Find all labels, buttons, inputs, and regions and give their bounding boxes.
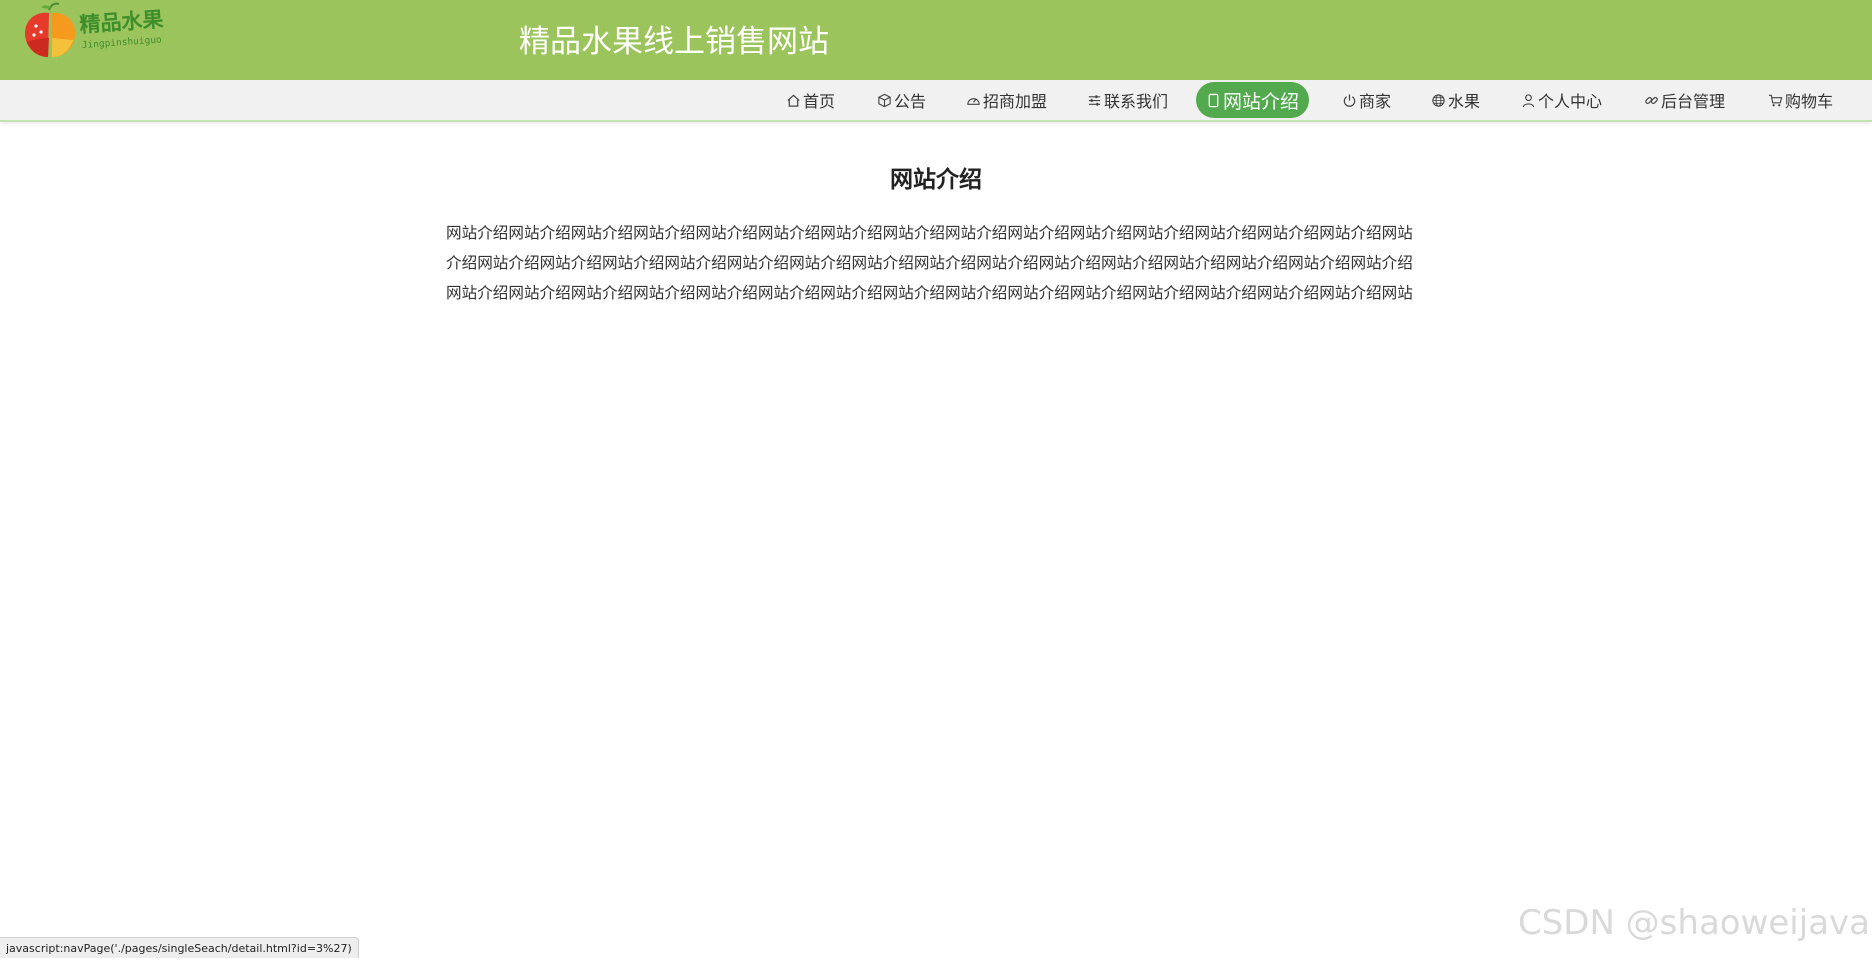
site-logo[interactable]: 精品水果 Jingpinshuiguo [22, 2, 172, 60]
nav-item-label: 个人中心 [1538, 92, 1603, 111]
nav-item-contact[interactable]: 联系我们 [1087, 85, 1168, 115]
nav-item-franchise[interactable]: 招商加盟 [966, 85, 1047, 115]
nav-item-about[interactable]: 网站介绍 [1196, 82, 1310, 118]
site-header: 精品水果 Jingpinshuiguo 精品水果线上销售网站 [0, 0, 1872, 80]
nav-item-home[interactable]: 首页 [786, 85, 835, 115]
nav-item-notices[interactable]: 公告 [877, 85, 926, 115]
article-body: 网站介绍网站介绍网站介绍网站介绍网站介绍网站介绍网站介绍网站介绍网站介绍网站介绍… [446, 224, 1413, 300]
watermark: CSDN @shaoweijava [1517, 903, 1870, 943]
gauge-icon [966, 93, 981, 108]
power-icon [1342, 93, 1357, 108]
nav-item-merchants[interactable]: 商家 [1342, 85, 1391, 115]
cart-icon [1768, 93, 1783, 108]
user-icon [1521, 93, 1536, 108]
svg-text:Jingpinshuiguo: Jingpinshuiguo [81, 34, 162, 51]
nav-item-label: 商家 [1359, 92, 1392, 111]
nav-item-cart[interactable]: 购物车 [1768, 85, 1833, 115]
globe-icon [1431, 93, 1446, 108]
home-icon [786, 93, 801, 108]
nav-item-admin[interactable]: 后台管理 [1644, 85, 1725, 115]
nav-item-label: 招商加盟 [983, 92, 1048, 111]
nav-item-label: 公告 [894, 92, 927, 111]
nav-item-fruits[interactable]: 水果 [1431, 85, 1480, 115]
main-nav: 首页 公告 招商加盟 联系我们 网站介绍 商家 水果 个人中心 后台管理 购物车 [0, 80, 1872, 122]
tablet-icon [1206, 93, 1221, 108]
nav-item-profile[interactable]: 个人中心 [1521, 85, 1602, 115]
sliders-icon [1087, 93, 1102, 108]
nav-item-label: 水果 [1448, 92, 1481, 111]
nav-item-label: 购物车 [1785, 92, 1834, 111]
svg-text:精品水果: 精品水果 [79, 7, 164, 37]
nav-item-label: 后台管理 [1661, 92, 1726, 111]
link-icon [1644, 93, 1659, 108]
nav-item-label: 首页 [803, 92, 836, 111]
page-title: 网站介绍 [890, 167, 982, 193]
fruit-logo-icon: 精品水果 Jingpinshuiguo [24, 2, 164, 58]
nav-item-label: 联系我们 [1104, 92, 1169, 111]
cube-icon [877, 93, 892, 108]
browser-status-bar: javascript:navPage('./pages/singleSeach/… [0, 937, 359, 958]
site-title: 精品水果线上销售网站 [519, 24, 829, 60]
nav-item-label: 网站介绍 [1223, 90, 1300, 113]
